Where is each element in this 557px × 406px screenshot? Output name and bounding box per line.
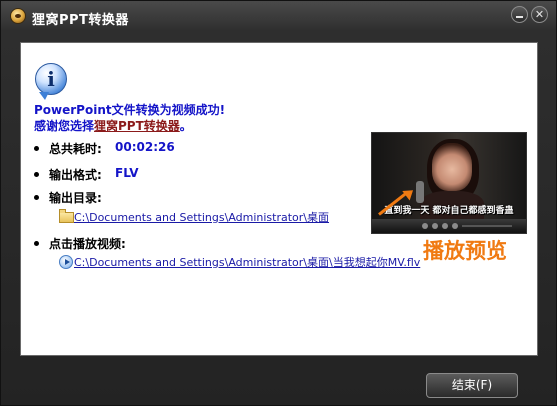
bullet-output-dir <box>34 195 39 200</box>
bullet-play <box>34 241 39 246</box>
result-panel: i PowerPoint文件转换为视频成功! 感谢您选择狸窝PPT转换器。 总共… <box>20 42 538 356</box>
output-dir-link[interactable]: C:\Documents and Settings\Administrator\… <box>74 209 329 225</box>
title-bar[interactable]: 狸窝PPT转换器 ✕ <box>1 1 556 33</box>
converter-window: 狸窝PPT转换器 ✕ i PowerPoint文件转换为视频成功! 感谢您选择狸… <box>0 0 557 406</box>
app-name-link[interactable]: 狸窝PPT转换器 <box>94 119 180 133</box>
preview-subtitle: 直到我一天 都对自己都感到香蛊 <box>384 206 514 216</box>
play-icon[interactable] <box>59 255 73 269</box>
bullet-elapsed <box>34 146 39 151</box>
output-dir-label: 输出目录: <box>49 191 102 205</box>
preview-annotation: 播放预览 <box>423 238 507 263</box>
thanks-message: 感谢您选择狸窝PPT转换器。 <box>34 117 192 134</box>
forward-icon[interactable] <box>452 223 458 229</box>
preview-face <box>432 143 472 191</box>
minimize-button[interactable] <box>511 6 528 23</box>
rewind-icon[interactable] <box>422 223 428 229</box>
format-label: 输出格式: <box>49 168 102 182</box>
elapsed-label: 总共耗时: <box>49 142 102 156</box>
app-logo-icon <box>10 8 26 24</box>
seek-bar[interactable] <box>462 225 512 227</box>
player-controls[interactable] <box>372 219 526 233</box>
success-message: PowerPoint文件转换为视频成功! <box>34 103 226 117</box>
window-title: 狸窝PPT转换器 <box>32 13 129 28</box>
finish-button[interactable]: 结束(F) <box>426 373 518 398</box>
info-icon: i <box>35 63 67 100</box>
video-file-link[interactable]: C:\Documents and Settings\Administrator\… <box>74 254 420 270</box>
format-value: FLV <box>115 166 139 180</box>
folder-icon[interactable] <box>59 209 74 223</box>
close-button[interactable]: ✕ <box>531 6 548 23</box>
play-label: 点击播放视频: <box>49 237 126 251</box>
preview-microphone <box>416 181 424 203</box>
bullet-format <box>34 172 39 177</box>
play-control-icon[interactable] <box>432 223 438 229</box>
stop-icon[interactable] <box>442 223 448 229</box>
thanks-suffix: 。 <box>179 119 192 133</box>
thanks-prefix: 感谢您选择 <box>34 119 95 133</box>
elapsed-value: 00:02:26 <box>115 140 175 154</box>
video-preview[interactable]: 直到我一天 都对自己都感到香蛊 <box>371 132 527 234</box>
